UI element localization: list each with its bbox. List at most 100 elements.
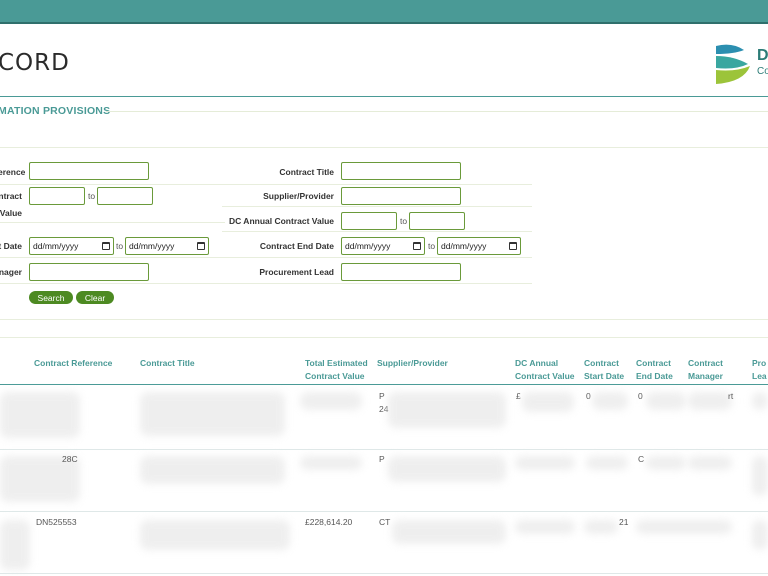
procurement-lead-input[interactable] [341, 263, 461, 281]
table-header-divider [0, 384, 768, 385]
site-brand[interactable]: CORD [0, 50, 70, 76]
redacted-cell [646, 392, 686, 410]
redacted-cell [140, 520, 290, 550]
redacted-cell [300, 392, 362, 410]
table-cell: CT [379, 517, 391, 527]
dc-annual-value-to-input[interactable] [409, 212, 465, 230]
redacted-cell [688, 456, 732, 470]
table-row-divider [0, 511, 768, 512]
contract-reference-input[interactable] [29, 162, 149, 180]
contract-title-label: Contract Title [279, 167, 334, 177]
redacted-cell [752, 456, 768, 496]
row-divider [222, 231, 532, 232]
row-divider [0, 222, 225, 223]
table-cell: £ [516, 391, 521, 401]
total-contract-value-label: ntract [0, 191, 22, 201]
row-divider [0, 283, 225, 284]
contract-reference-label: erence [0, 167, 26, 177]
redacted-cell [392, 520, 506, 544]
clear-button[interactable]: Clear [76, 291, 114, 304]
contract-manager-label: nager [0, 267, 22, 277]
total-value-from-input[interactable] [29, 187, 85, 205]
date-placeholder: dd/mm/yyyy [345, 241, 391, 251]
search-button[interactable]: Search [29, 291, 73, 304]
section-divider [106, 111, 768, 112]
redacted-cell [586, 456, 628, 470]
redacted-cell [646, 456, 686, 470]
redacted-cell [388, 392, 506, 428]
total-contract-value-label-2: Value [0, 208, 22, 218]
start-date-to-input[interactable]: dd/mm/yyyy [125, 237, 209, 255]
end-date-to-input[interactable]: dd/mm/yyyy [437, 237, 521, 255]
table-cell: DN525553 [36, 517, 77, 527]
table-cell: 28C [62, 454, 78, 464]
redacted-cell [515, 520, 575, 534]
date-placeholder: dd/mm/yyyy [33, 241, 79, 251]
to-label: to [400, 216, 408, 226]
start-date-from-input[interactable]: dd/mm/yyyy [29, 237, 114, 255]
calendar-icon[interactable] [413, 242, 421, 250]
row-divider [222, 184, 532, 185]
table-cell: P [379, 391, 385, 401]
row-divider [222, 206, 532, 207]
contract-start-date-label: t Date [0, 241, 22, 251]
logo-subtext: Co [757, 66, 768, 77]
supplier-provider-label: Supplier/Provider [263, 191, 334, 201]
column-header-dc-annual[interactable]: DC Annual Contract Value [515, 357, 575, 383]
to-label: to [88, 191, 96, 201]
dc-annual-contract-value-label: DC Annual Contract Value [228, 216, 334, 226]
column-header-contract-title[interactable]: Contract Title [140, 357, 195, 370]
search-panel-top-line [0, 147, 768, 148]
column-header-start-date[interactable]: Contract Start Date [584, 357, 624, 383]
site-header [0, 26, 768, 96]
row-divider [0, 184, 225, 185]
redacted-cell [752, 392, 768, 410]
redacted-cell [584, 520, 618, 534]
contract-title-input[interactable] [341, 162, 461, 180]
search-panel-bottom-line [0, 319, 768, 320]
table-row-divider [0, 573, 768, 574]
top-bar [0, 0, 768, 24]
contract-manager-input[interactable] [29, 263, 149, 281]
table-row-divider [0, 449, 768, 450]
redacted-cell [752, 520, 768, 550]
section-title: MATION PROVISIONS [0, 105, 111, 117]
supplier-provider-input[interactable] [341, 187, 461, 205]
table-cell: rt [728, 391, 734, 401]
column-header-procurement-lead[interactable]: Pro Lea [752, 357, 767, 383]
table-cell: £228,614.20 [305, 517, 353, 527]
header-divider [0, 96, 768, 97]
row-divider [0, 257, 225, 258]
date-placeholder: dd/mm/yyyy [441, 241, 487, 251]
calendar-icon[interactable] [509, 242, 517, 250]
dc-annual-value-from-input[interactable] [341, 212, 397, 230]
column-header-manager[interactable]: Contract Manager [688, 357, 723, 383]
redacted-cell [0, 392, 80, 438]
end-date-from-input[interactable]: dd/mm/yyyy [341, 237, 425, 255]
redacted-cell [592, 392, 628, 410]
redacted-cell [0, 520, 30, 570]
calendar-icon[interactable] [197, 242, 205, 250]
redacted-cell [515, 456, 575, 470]
column-header-end-date[interactable]: Contract End Date [636, 357, 673, 383]
redacted-cell [140, 392, 285, 436]
redacted-cell [388, 456, 506, 482]
row-divider [222, 283, 532, 284]
table-cell: C [638, 454, 645, 464]
column-header-supplier[interactable]: Supplier/Provider [377, 357, 448, 370]
results-top-line [0, 337, 768, 338]
to-label: to [116, 241, 124, 251]
redacted-cell [688, 392, 732, 410]
column-header-contract-reference[interactable]: Contract Reference [34, 357, 112, 370]
redacted-cell [636, 520, 732, 534]
table-cell: 0 [638, 391, 643, 401]
calendar-icon[interactable] [102, 242, 110, 250]
redacted-cell [522, 392, 574, 412]
table-cell: 0 [586, 391, 591, 401]
logo-text: D [757, 47, 768, 64]
column-header-total-estimated[interactable]: Total Estimated Contract Value [305, 357, 368, 383]
redacted-cell [300, 456, 362, 470]
procurement-lead-label: Procurement Lead [259, 267, 334, 277]
table-cell: P [379, 454, 385, 464]
total-value-to-input[interactable] [97, 187, 153, 205]
